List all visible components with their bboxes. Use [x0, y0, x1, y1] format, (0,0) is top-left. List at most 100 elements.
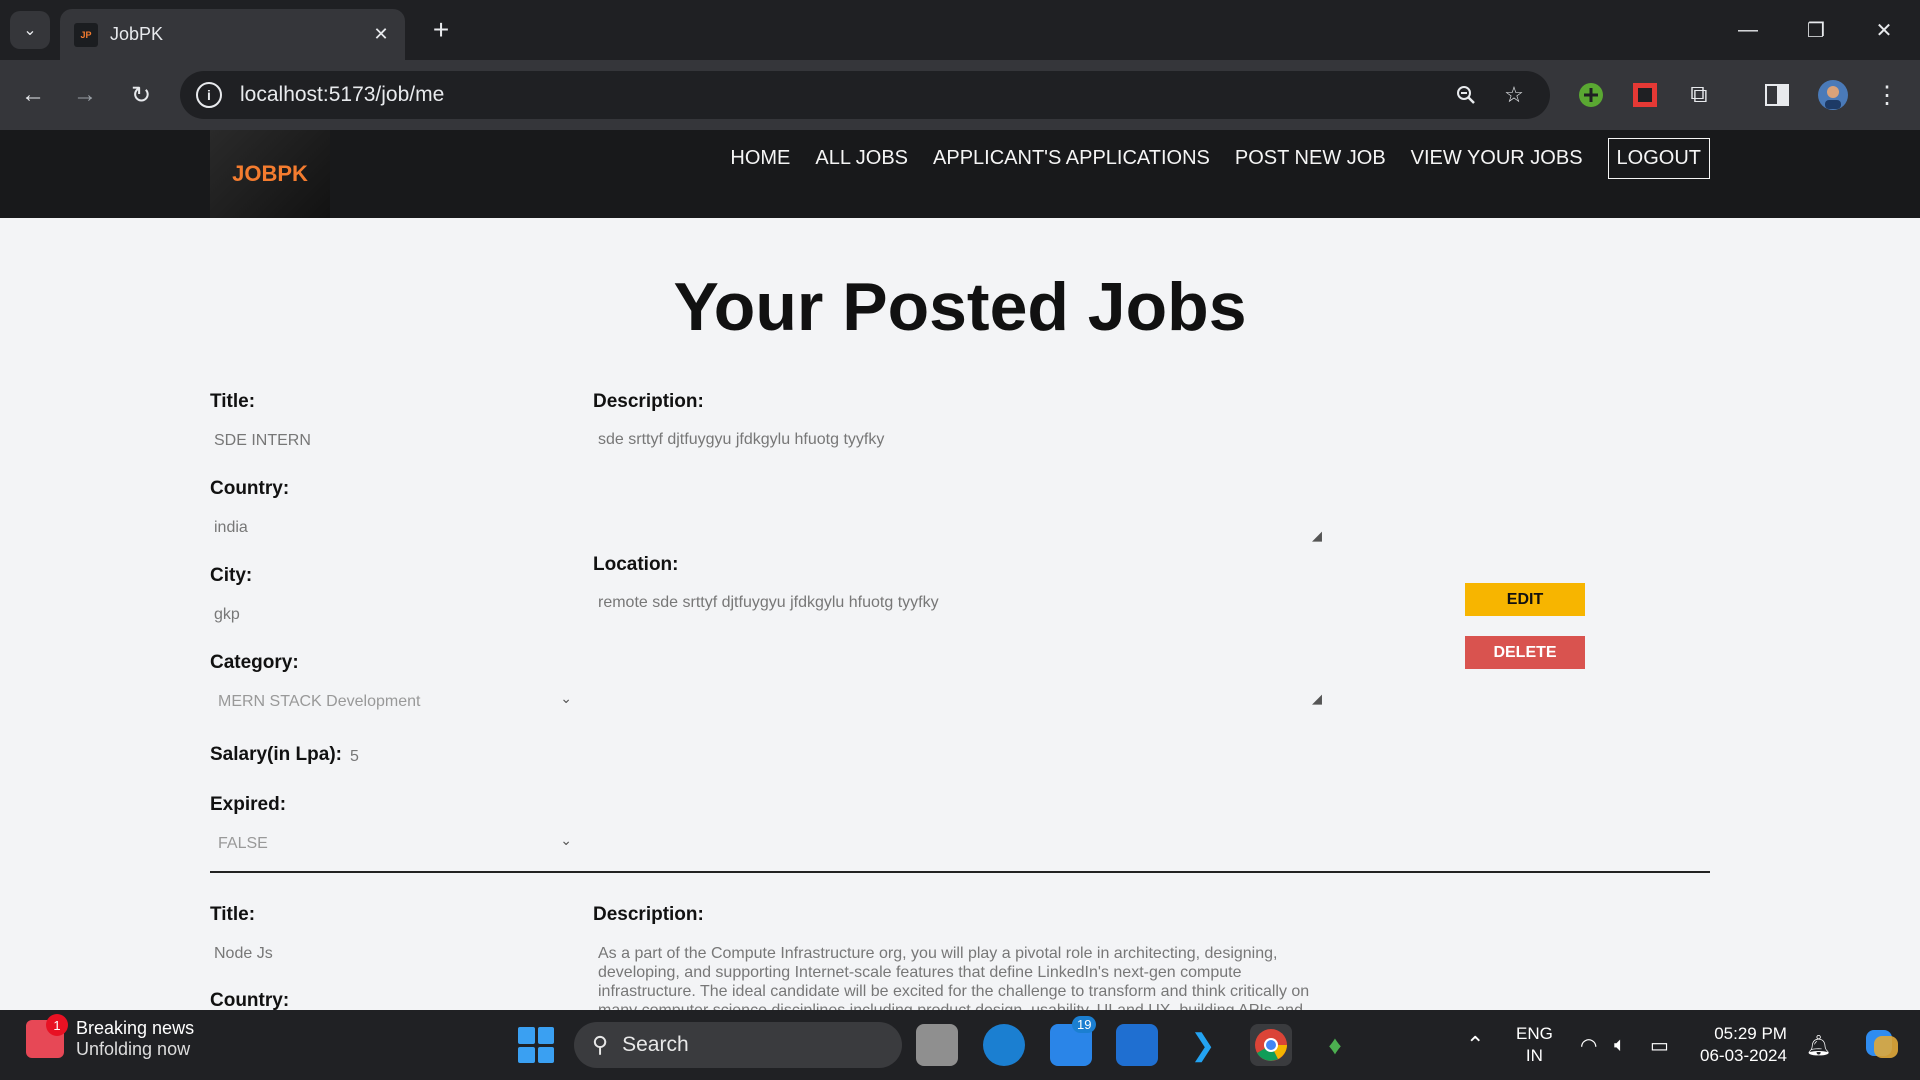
back-icon[interactable]: ←: [14, 76, 52, 114]
extension-green-icon[interactable]: [1572, 76, 1610, 114]
task-view-icon[interactable]: [916, 1024, 958, 1066]
show-hidden-icons[interactable]: ⌃: [1466, 1010, 1484, 1080]
search-icon: ⚲: [592, 1032, 609, 1057]
tab-search-button[interactable]: ⌄: [10, 11, 50, 49]
expired-selected: FALSE: [218, 835, 268, 852]
nav-applications[interactable]: APPLICANT'S APPLICATIONS: [933, 147, 1210, 170]
lang-line-2: IN: [1525, 1046, 1543, 1065]
description-label: Description:: [593, 391, 704, 412]
site-header: JOBPK HOME ALL JOBS APPLICANT'S APPLICAT…: [0, 130, 1920, 218]
zoom-icon[interactable]: [1446, 75, 1486, 115]
chevron-down-icon: ⌄: [560, 832, 572, 848]
resize-handle-icon[interactable]: ◢: [1312, 526, 1326, 543]
page-content: Your Posted Jobs Title: SDE INTERN Count…: [0, 218, 1920, 1010]
country-label: Country:: [210, 990, 290, 1010]
nav-home[interactable]: HOME: [730, 147, 790, 170]
nav-post-new-job[interactable]: POST NEW JOB: [1235, 147, 1386, 170]
page-title: Your Posted Jobs: [673, 269, 1247, 345]
restore-icon[interactable]: ❐: [1792, 10, 1840, 50]
vscode-icon[interactable]: ❯: [1182, 1024, 1224, 1066]
wifi-icon[interactable]: ◠: [1580, 1010, 1597, 1080]
news-subtitle: Unfolding now: [76, 1039, 191, 1059]
news-badge: 1: [46, 1014, 68, 1036]
browser-toolbar: ← → ↻ i localhost:5173/job/me ☆ ⧉ ⋮: [0, 60, 1920, 130]
clock-time: 05:29 PM: [1714, 1024, 1787, 1043]
country-label: Country:: [210, 478, 290, 499]
logo-text: JOBPK: [232, 161, 308, 186]
category-label: Category:: [210, 652, 299, 673]
notifications-bell-icon[interactable]: 🔔︎: [1806, 1010, 1831, 1080]
browser-tab-bar: ⌄ JP JobPK ✕ + — ❐ ✕: [0, 0, 1920, 60]
news-icon: 1: [26, 1014, 68, 1058]
side-panel-icon[interactable]: [1758, 76, 1796, 114]
salary-label: Salary(in Lpa):: [210, 744, 342, 765]
site-logo[interactable]: JOBPK: [210, 130, 330, 218]
location-label: Location:: [593, 554, 679, 575]
job-description-textarea[interactable]: sde srttyf djtfuygyu jfdkgylu hfuotg tyy…: [586, 430, 1326, 543]
tab-title: JobPK: [110, 24, 164, 44]
close-tab-icon[interactable]: ✕: [371, 24, 391, 45]
delete-button[interactable]: DELETE: [1465, 636, 1585, 669]
mail-icon[interactable]: 19: [1050, 1016, 1097, 1066]
job-location-textarea[interactable]: remote sde srttyf djtfuygyu jfdkgylu hfu…: [586, 593, 1326, 706]
close-window-icon[interactable]: ✕: [1860, 10, 1908, 50]
copilot-icon[interactable]: [1864, 1010, 1900, 1080]
title-label: Title:: [210, 904, 256, 925]
browser-tab[interactable]: JP JobPK ✕: [60, 9, 405, 60]
logout-button[interactable]: LOGOUT: [1607, 138, 1710, 179]
main-nav: HOME ALL JOBS APPLICANT'S APPLICATIONS P…: [730, 138, 1710, 179]
news-title: Breaking news: [76, 1018, 195, 1038]
lang-line-1: ENG: [1516, 1024, 1553, 1043]
description-text: sde srttyf djtfuygyu jfdkgylu hfuotg tyy…: [598, 431, 885, 448]
new-tab-button[interactable]: +: [425, 14, 457, 46]
description-text: As a part of the Compute Infrastructure …: [598, 945, 1310, 1010]
mongodb-icon[interactable]: ♦: [1314, 1024, 1356, 1066]
description-label: Description:: [593, 904, 704, 925]
extension-red-icon[interactable]: [1626, 76, 1664, 114]
volume-icon[interactable]: 🔈︎: [1614, 1010, 1626, 1080]
job-salary-input[interactable]: 5: [350, 748, 359, 766]
search-label: Search: [622, 1033, 689, 1056]
clock-date: 06-03-2024: [1700, 1046, 1787, 1065]
address-bar[interactable]: i localhost:5173/job/me ☆: [180, 71, 1550, 119]
job-description-textarea[interactable]: As a part of the Compute Infrastructure …: [586, 944, 1326, 1010]
url-text[interactable]: localhost:5173/job/me: [240, 83, 1438, 107]
profile-avatar[interactable]: [1814, 76, 1852, 114]
job-country-input[interactable]: india: [214, 519, 248, 537]
expired-label: Expired:: [210, 794, 287, 815]
category-selected: MERN STACK Development: [218, 693, 421, 710]
resize-handle-icon[interactable]: ◢: [1312, 689, 1326, 706]
job-title-input[interactable]: Node Js: [214, 945, 273, 963]
site-info-icon[interactable]: i: [196, 82, 222, 108]
location-text: remote sde srttyf djtfuygyu jfdkgylu hfu…: [598, 594, 939, 611]
clock[interactable]: 05:29 PM 06-03-2024: [1700, 1010, 1787, 1080]
nav-view-your-jobs[interactable]: VIEW YOUR JOBS: [1411, 147, 1583, 170]
taskbar-search[interactable]: ⚲ Search: [574, 1022, 902, 1068]
title-label: Title:: [210, 391, 256, 412]
bookmark-star-icon[interactable]: ☆: [1494, 75, 1534, 115]
menu-kebab-icon[interactable]: ⋮: [1868, 76, 1906, 114]
job-title-input[interactable]: SDE INTERN: [214, 432, 311, 450]
windows-taskbar: 1 Breaking news Unfolding now ⚲ Search 1…: [0, 1010, 1920, 1080]
chrome-icon[interactable]: [1250, 1024, 1292, 1066]
start-button[interactable]: [518, 1027, 554, 1063]
mail-badge: 19: [1072, 1016, 1097, 1033]
site-favicon-icon: JP: [74, 22, 98, 47]
language-indicator[interactable]: ENG IN: [1516, 1010, 1553, 1080]
reload-icon[interactable]: ↻: [122, 76, 160, 114]
forward-icon[interactable]: →: [66, 76, 104, 114]
job-expired-select[interactable]: FALSE ⌄: [210, 830, 572, 858]
chevron-down-icon: ⌄: [560, 690, 572, 706]
job-divider: [210, 871, 1710, 873]
news-widget[interactable]: 1 Breaking news Unfolding now: [26, 1014, 195, 1060]
store-icon[interactable]: [1116, 1024, 1158, 1066]
job-category-select[interactable]: MERN STACK Development ⌄: [210, 688, 572, 716]
nav-all-jobs[interactable]: ALL JOBS: [815, 147, 908, 170]
edge-browser-icon[interactable]: [983, 1024, 1025, 1066]
battery-icon[interactable]: ▭: [1650, 1010, 1669, 1080]
extensions-puzzle-icon[interactable]: ⧉: [1680, 76, 1718, 114]
minimize-icon[interactable]: —: [1724, 10, 1772, 50]
edit-button[interactable]: EDIT: [1465, 583, 1585, 616]
job-city-input[interactable]: gkp: [214, 606, 240, 624]
city-label: City:: [210, 565, 253, 586]
